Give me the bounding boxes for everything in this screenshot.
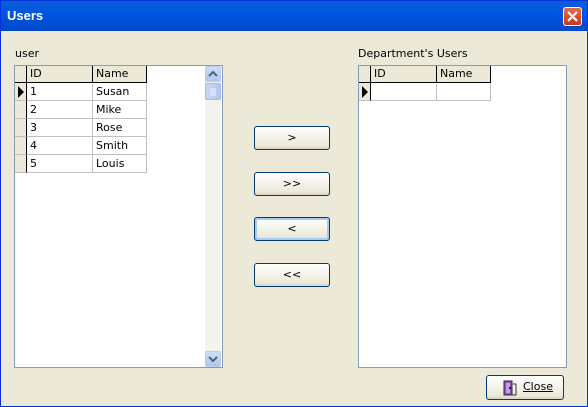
scroll-down-button[interactable] xyxy=(205,351,221,367)
scroll-thumb[interactable] xyxy=(205,83,221,100)
department-users-grid[interactable]: ID Name xyxy=(358,65,567,368)
table-cell-id[interactable]: 1 xyxy=(27,83,93,101)
close-button-label: Close xyxy=(523,380,553,393)
vertical-scrollbar[interactable] xyxy=(205,66,221,367)
department-users-label: Department's Users xyxy=(358,47,468,60)
new-row-id-cell[interactable] xyxy=(371,83,437,101)
move-selected-button[interactable]: > xyxy=(254,126,330,150)
table-cell-name[interactable]: Louis xyxy=(93,155,147,173)
remove-selected-button[interactable]: < xyxy=(254,217,330,241)
remove-all-button[interactable]: << xyxy=(254,263,330,287)
close-icon[interactable] xyxy=(563,7,582,26)
grid-corner xyxy=(15,66,27,83)
row-selector[interactable] xyxy=(15,119,27,137)
column-header-name[interactable]: Name xyxy=(437,66,491,83)
table-cell-id[interactable]: 5 xyxy=(27,155,93,173)
user-grid[interactable]: ID Name 1 Susan 2 Mike 3 Rose 4 Smith 5 … xyxy=(14,65,223,368)
window-title: Users xyxy=(7,8,44,23)
user-grid-label: user xyxy=(15,47,39,60)
row-pointer-icon[interactable] xyxy=(15,83,27,101)
table-cell-name[interactable]: Mike xyxy=(93,101,147,119)
exit-door-icon xyxy=(503,380,517,396)
table-cell-id[interactable]: 3 xyxy=(27,119,93,137)
row-selector[interactable] xyxy=(15,137,27,155)
column-header-name[interactable]: Name xyxy=(93,66,147,83)
move-all-button[interactable]: >> xyxy=(254,172,330,196)
scroll-up-button[interactable] xyxy=(205,66,221,82)
users-dialog: Users user Department's Users ID Name 1 … xyxy=(0,0,588,407)
row-selector[interactable] xyxy=(15,101,27,119)
row-pointer-icon[interactable] xyxy=(359,83,371,101)
grid-corner xyxy=(359,66,371,83)
table-cell-name[interactable]: Susan xyxy=(93,83,147,101)
table-cell-name[interactable]: Rose xyxy=(93,119,147,137)
column-header-id[interactable]: ID xyxy=(27,66,93,83)
title-bar[interactable]: Users xyxy=(1,1,587,31)
table-cell-id[interactable]: 2 xyxy=(27,101,93,119)
column-header-id[interactable]: ID xyxy=(371,66,437,83)
row-selector[interactable] xyxy=(15,155,27,173)
close-button[interactable]: Close xyxy=(486,375,564,400)
table-cell-id[interactable]: 4 xyxy=(27,137,93,155)
new-row-name-cell[interactable] xyxy=(437,83,491,101)
table-cell-name[interactable]: Smith xyxy=(93,137,147,155)
